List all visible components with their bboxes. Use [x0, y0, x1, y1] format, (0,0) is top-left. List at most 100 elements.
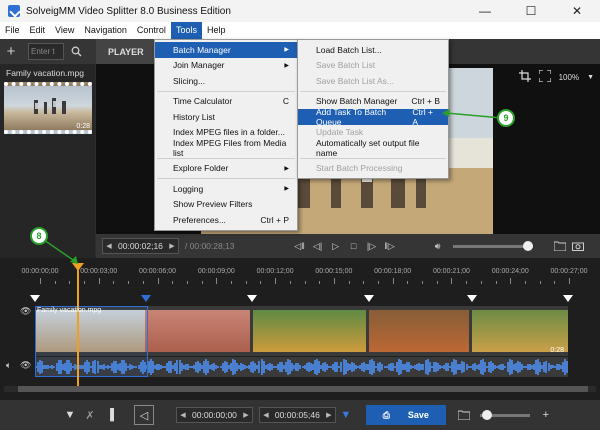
batch-item-start-batch-processing[interactable]: Start Batch Processing	[298, 161, 448, 177]
folder-icon[interactable]	[551, 238, 569, 254]
fragment-marker[interactable]	[467, 295, 477, 302]
eye-icon[interactable]: 👁︎	[20, 360, 31, 371]
fullscreen-icon[interactable]	[537, 69, 552, 84]
ruler-minor-tick	[128, 281, 130, 284]
prev-keyframe-icon[interactable]: ◁‖	[291, 238, 309, 254]
minimize-button[interactable]: —	[462, 0, 508, 22]
remove-marker-icon[interactable]: ✗	[80, 405, 100, 425]
eye-icon[interactable]: 👁︎	[20, 306, 31, 317]
menu-navigation[interactable]: Navigation	[79, 22, 132, 39]
current-time-field[interactable]: ◀ 00:00:02;16 ▶	[102, 238, 179, 254]
step-forward-icon[interactable]: |▷	[363, 238, 381, 254]
next-keyframe-icon[interactable]: ‖▷	[381, 238, 399, 254]
volume-icon[interactable]: 🔊︎	[429, 238, 447, 254]
close-button[interactable]: ✕	[554, 0, 600, 22]
fragment-end-marker[interactable]	[563, 295, 573, 302]
end-time-field[interactable]: ◀ 00:00:05;46 ▶	[258, 407, 336, 423]
ruler-tick	[510, 278, 512, 284]
ruler-minor-tick	[466, 281, 468, 284]
selection-end-marker[interactable]	[141, 295, 151, 302]
search-icon[interactable]	[66, 43, 86, 60]
zoom-in-icon[interactable]: +	[536, 405, 556, 425]
menu-file[interactable]: File	[0, 22, 25, 39]
playhead[interactable]	[72, 263, 84, 392]
search-input[interactable]: Enter t	[28, 43, 64, 60]
fragment-marker[interactable]	[247, 295, 257, 302]
step-back-icon[interactable]: ◁|	[309, 238, 327, 254]
tools-menu: Batch Manager ▶ Join Manager ▶ Slicing... Tim…	[154, 39, 298, 231]
crop-icon[interactable]	[518, 70, 531, 84]
folder-icon[interactable]	[454, 405, 474, 425]
media-duration: 0:28	[76, 123, 90, 130]
ruler-minor-tick	[69, 281, 71, 284]
media-thumbnail[interactable]: 0:28	[4, 82, 92, 134]
tools-item-time-calculator[interactable]: Time Calculator C	[155, 94, 297, 110]
zoom-select[interactable]: 100%	[559, 73, 579, 82]
media-file-name[interactable]: Family vacation.mpg	[6, 68, 84, 78]
batch-item-load-batch-list[interactable]: Load Batch List...	[298, 42, 448, 58]
add-media-button[interactable]: +	[0, 43, 22, 60]
maximize-button[interactable]: ☐	[508, 0, 554, 22]
start-time-value[interactable]: 00:00:00;00	[189, 410, 240, 420]
fragment-marker[interactable]	[364, 295, 374, 302]
next-frame-icon[interactable]: ▶	[166, 242, 178, 250]
selection-fragment[interactable]	[35, 306, 148, 377]
timeline-ruler[interactable]: 00:00:00;00 00:00:03;00 00:00:06;00 00:00:0…	[22, 266, 587, 286]
end-prev-icon[interactable]: ◀	[260, 411, 272, 419]
tools-item-index-mpeg-files-from-media-list[interactable]: Index MPEG Files from Media list	[155, 137, 297, 158]
ruler-minor-tick	[172, 281, 174, 284]
bottom-toolbar: ▼ ✗ ▐ ◁ ◀ 00:00:00;00 ▶ ◀ 00:00:05;46 ▶ …	[0, 400, 600, 430]
ruler-tick-label: 00:00:09;00	[197, 268, 235, 275]
tools-item-history-list[interactable]: History List	[155, 109, 297, 125]
tools-item-logging[interactable]: Logging ▶	[155, 181, 297, 197]
tools-item-explore-folder[interactable]: Explore Folder ▶	[155, 161, 297, 177]
batch-item-save-batch-list-as[interactable]: Save Batch List As...	[298, 73, 448, 89]
start-next-icon[interactable]: ▶	[240, 411, 252, 419]
snapshot-icon[interactable]	[569, 238, 587, 254]
start-prev-icon[interactable]: ◀	[177, 411, 189, 419]
menu-item-label: Show Batch Manager	[316, 96, 398, 107]
menu-tools[interactable]: Tools	[170, 22, 202, 39]
tools-item-batch-manager[interactable]: Batch Manager ▶	[155, 42, 297, 58]
save-button[interactable]: ⎙ Save	[365, 405, 446, 425]
menu-item-label: Add Task To Batch Queue	[316, 106, 387, 127]
menu-control[interactable]: Control	[132, 22, 171, 39]
menu-item-label: Start Batch Processing	[316, 163, 403, 174]
play-icon[interactable]: ▷	[327, 238, 345, 254]
start-time-field[interactable]: ◀ 00:00:00;00 ▶	[176, 407, 253, 423]
fragment-start-marker[interactable]	[30, 295, 40, 302]
menu-item-label: Index MPEG files in a folder...	[173, 127, 285, 138]
tools-item-show-preview-filters[interactable]: Show Preview Filters	[155, 197, 297, 213]
batch-item-add-task-to-batch-queue[interactable]: Add Task To Batch Queue Ctrl + A	[298, 106, 448, 127]
chevron-down-icon[interactable]: ▼	[587, 74, 594, 81]
batch-item-automatically-set-output-file-name[interactable]: Automatically set output file name	[298, 138, 448, 158]
tab-player[interactable]: PLAYER	[96, 39, 156, 64]
stop-icon[interactable]: □	[345, 238, 363, 254]
tools-item-join-manager[interactable]: Join Manager ▶	[155, 58, 297, 74]
end-time-value[interactable]: 00:00:05;46	[272, 410, 323, 420]
menu-edit[interactable]: Edit	[25, 22, 51, 39]
save-label: Save	[407, 410, 429, 420]
tools-item-slicing[interactable]: Slicing...	[155, 73, 297, 89]
menu-view[interactable]: View	[50, 22, 79, 39]
menu-item-label: Index MPEG Files from Media list	[173, 137, 287, 158]
tools-item-preferences[interactable]: Preferences... Ctrl + P	[155, 212, 297, 228]
marker-blue-icon[interactable]: ▼	[336, 405, 356, 425]
batch-item-save-batch-list[interactable]: Save Batch List	[298, 58, 448, 74]
zoom-slider[interactable]	[479, 409, 530, 420]
current-time-value[interactable]: 00:00:02;16	[115, 241, 166, 251]
clip-duration: 0:28	[550, 347, 564, 354]
add-marker-icon[interactable]: ▼	[60, 405, 80, 425]
volume-slider[interactable]	[452, 240, 533, 251]
prev-frame-icon[interactable]: ◀	[103, 242, 115, 250]
mute-icon[interactable]: ◁	[134, 405, 154, 425]
volume-icon[interactable]: 🔈︎	[6, 360, 11, 371]
ruler-tick	[98, 278, 100, 284]
menu-item-shortcut: Ctrl + P	[260, 214, 289, 225]
select-fragment-icon[interactable]: ▐	[100, 405, 120, 425]
zoom-knob[interactable]	[481, 409, 492, 420]
volume-knob[interactable]	[522, 240, 533, 251]
timeline-scrollbar[interactable]	[4, 386, 596, 392]
menu-help[interactable]: Help	[202, 22, 231, 39]
end-next-icon[interactable]: ▶	[323, 411, 335, 419]
